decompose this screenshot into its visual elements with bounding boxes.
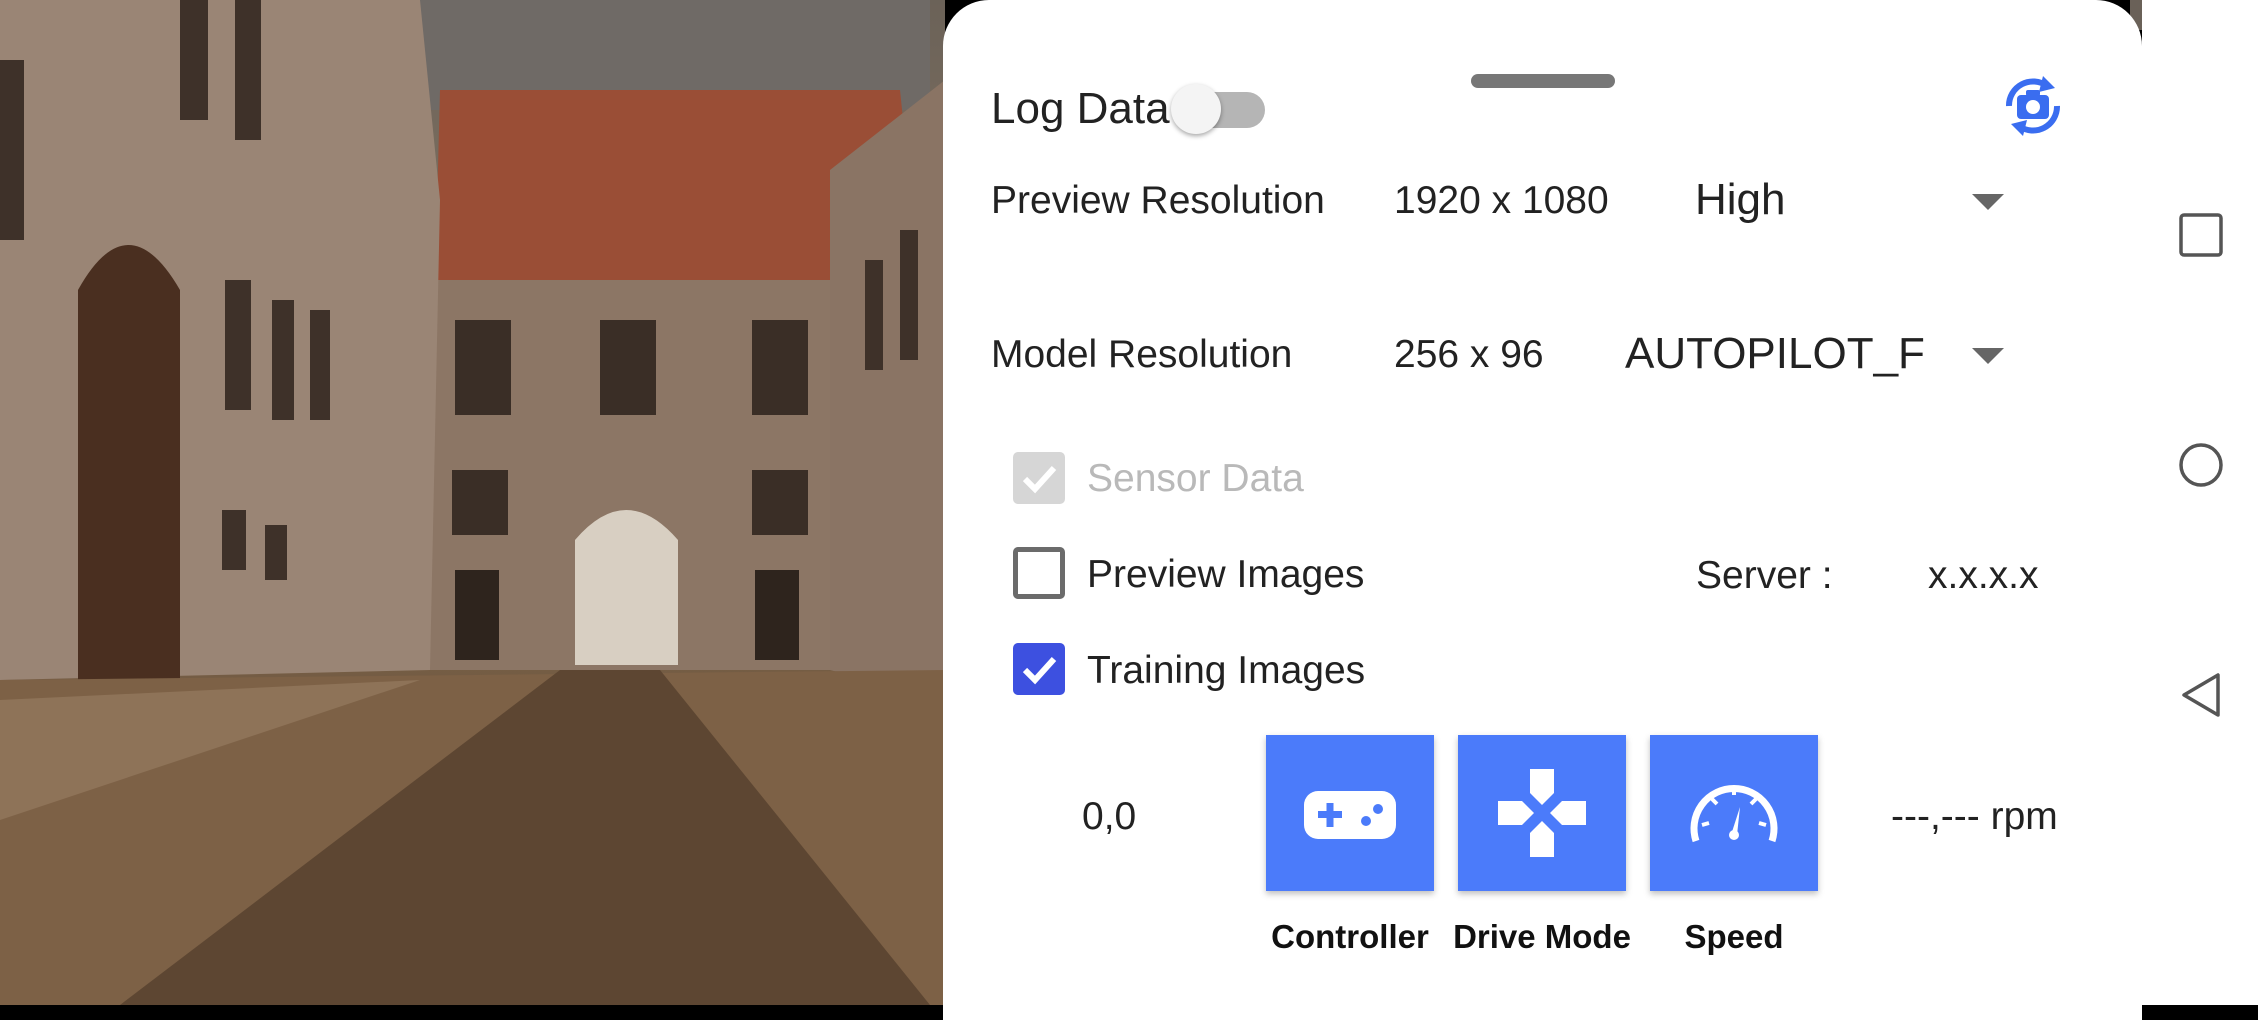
preview-resolution-label: Preview Resolution xyxy=(991,179,1325,222)
preview-images-label: Preview Images xyxy=(1087,553,1365,596)
log-data-switch[interactable] xyxy=(1171,84,1267,134)
controller-label: Controller xyxy=(1271,918,1429,955)
camera-preview xyxy=(0,0,945,1005)
triangle-back-icon[interactable] xyxy=(2178,672,2224,718)
preview-resolution-value: 1920 x 1080 xyxy=(1394,179,1609,222)
control-value: 0,0 xyxy=(1082,795,1137,838)
check-icon xyxy=(1022,465,1057,494)
preview-quality-dropdown[interactable]: High xyxy=(1695,170,2025,232)
switch-thumb xyxy=(1171,84,1221,134)
camera-preview-image xyxy=(0,0,945,1005)
square-icon[interactable] xyxy=(2178,212,2224,258)
drag-handle[interactable] xyxy=(1471,74,1615,88)
chevron-down-icon xyxy=(1972,194,2004,210)
server-label: Server : xyxy=(1696,554,1833,597)
speedometer-icon xyxy=(1690,785,1778,843)
settings-bottom-sheet: Log Data Preview Resolution 1920 x 1080 … xyxy=(943,0,2142,1020)
drive-mode-label: Drive Mode xyxy=(1453,918,1631,955)
system-navigation-bar xyxy=(2142,0,2258,1005)
sensor-data-label: Sensor Data xyxy=(1087,457,1304,500)
chevron-down-icon xyxy=(1972,348,2004,364)
training-images-label: Training Images xyxy=(1087,649,1366,692)
dpad-icon xyxy=(1498,769,1586,857)
drive-mode-button[interactable] xyxy=(1458,735,1626,891)
switch-camera-icon[interactable] xyxy=(1995,68,2071,144)
model-selected: AUTOPILOT_F xyxy=(1625,329,1925,378)
server-address[interactable]: x.x.x.x xyxy=(1928,556,2039,595)
controller-button[interactable] xyxy=(1266,735,1434,891)
model-resolution-label: Model Resolution xyxy=(991,333,1293,376)
rpm-readout: ---,--- rpm xyxy=(1891,795,2058,838)
model-dropdown[interactable]: AUTOPILOT_F xyxy=(1625,324,2025,386)
check-icon xyxy=(1022,656,1057,685)
log-data-label: Log Data xyxy=(991,84,1170,133)
circle-icon[interactable] xyxy=(2178,442,2224,488)
preview-quality-selected: High xyxy=(1695,175,1786,224)
speed-label: Speed xyxy=(1684,918,1784,955)
preview-images-checkbox[interactable] xyxy=(1013,547,1065,599)
model-resolution-value: 256 x 96 xyxy=(1394,333,1544,376)
sensor-data-checkbox[interactable] xyxy=(1013,452,1065,504)
gamepad-icon xyxy=(1304,791,1396,839)
training-images-checkbox[interactable] xyxy=(1013,643,1065,695)
speed-button[interactable] xyxy=(1650,735,1818,891)
